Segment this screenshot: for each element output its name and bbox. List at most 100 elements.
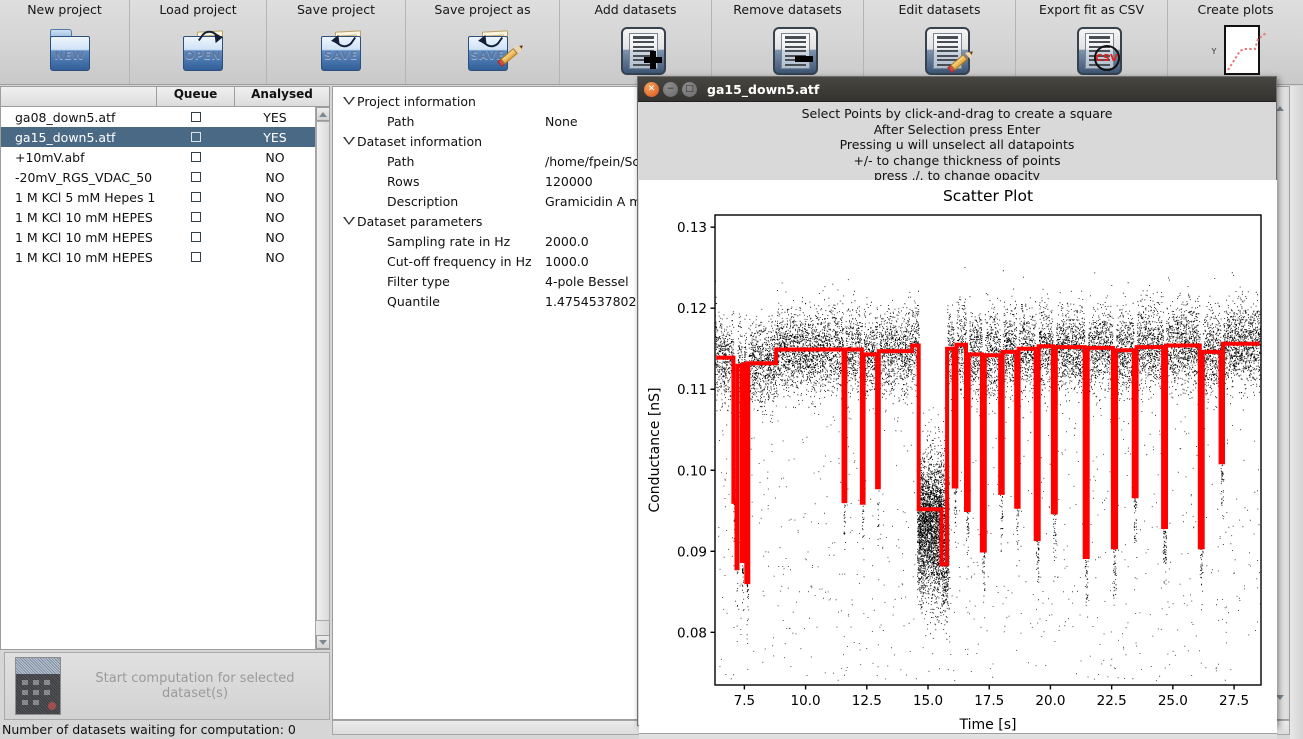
tree-row-key: Filter type [387, 273, 450, 289]
dataset-list-panel: Queue Analysed ga08_down5.atf YES ga15_dow… [0, 86, 330, 650]
analysed-value: NO [265, 189, 285, 205]
window-minimize-icon[interactable]: − [663, 81, 678, 97]
edit-datasets-button[interactable]: Edit datasets [864, 0, 1016, 84]
column-header-queue[interactable]: Queue [157, 87, 235, 106]
start-computation-label: Start computation for selected dataset(s… [95, 671, 295, 701]
tree-row-value: 1.47545378022 [545, 293, 645, 309]
new-project-button[interactable]: New project NEW [0, 0, 130, 84]
plot-instruction-line: After Selection press Enter [873, 121, 1041, 137]
plot-histogram-button[interactable]: Plot histogram [639, 733, 1277, 739]
document-csv-icon: CSV [1060, 19, 1124, 79]
scatter-plot-svg[interactable]: Scatter Plot 0.08 0.09 0.10 0.11 0.12 0.13 7.5 1… [639, 180, 1277, 733]
analysed-value: NO [265, 249, 285, 265]
table-row[interactable]: 1 M KCl 10 mM HEPES NO [1, 227, 315, 247]
plot-window: ✕ − □ ga15_down5.atf Select Points by cl… [637, 76, 1277, 739]
queue-checkbox[interactable] [157, 192, 235, 202]
chart-title: Scatter Plot [943, 187, 1033, 205]
y-tick-label: 0.12 [677, 301, 707, 317]
tree-row-value: None [545, 113, 578, 129]
save-project-as-button[interactable]: Save project as SAVE [406, 0, 560, 84]
x-axis-label: Time [s] [959, 717, 1017, 733]
dataset-list-header: Queue Analysed [1, 87, 329, 107]
queue-checkbox[interactable] [157, 152, 235, 162]
table-row[interactable]: 1 M KCl 5 mM Hepes 1 NO [1, 187, 315, 207]
chevron-down-icon[interactable] [341, 97, 357, 105]
calculator-icon [15, 657, 61, 715]
chevron-down-icon[interactable] [341, 217, 357, 225]
queue-checkbox[interactable] [157, 132, 235, 142]
table-row[interactable]: ga15_down5.atf YES [1, 127, 315, 147]
start-computation-button[interactable]: Start computation for selected dataset(s… [4, 652, 330, 720]
scroll-thumb[interactable] [316, 121, 330, 621]
right-edge-scroll-strip[interactable] [1290, 86, 1303, 739]
save-folder-icon: SAVE [304, 19, 368, 79]
new-project-label: New project [27, 2, 102, 17]
tree-row-key: Description [387, 193, 459, 209]
x-tick-label: 7.5 [734, 693, 755, 709]
tree-scroll-down-arrow[interactable] [1276, 695, 1284, 719]
tree-scrollbar[interactable] [1275, 87, 1289, 719]
scatter-plot-canvas[interactable]: Scatter Plot 0.08 0.09 0.10 0.11 0.12 0.13 7.5 1… [639, 180, 1277, 733]
y-axis-label: Conductance [nS] [647, 387, 663, 512]
application-window: New project NEW Load project OPEN Save p… [0, 0, 1303, 739]
x-tick-label: 22.5 [1097, 693, 1127, 709]
save-project-button[interactable]: Save project SAVE [267, 0, 406, 84]
line-plot-icon: Y [1204, 19, 1268, 79]
tree-row-key: Dataset parameters [357, 213, 483, 229]
x-tick-label: 17.5 [974, 693, 1004, 709]
y-tick-label: 0.10 [677, 463, 707, 479]
tree-row-key: Sampling rate in Hz [387, 233, 511, 249]
tree-row-key: Dataset information [357, 133, 483, 149]
column-header-name [1, 87, 157, 106]
table-row[interactable]: 1 M KCl 10 mM HEPES NO [1, 207, 315, 227]
tree-row-value: 4-pole Bessel [545, 273, 629, 289]
plot-instruction-line: Pressing u will unselect all datapoints [839, 137, 1075, 153]
tree-row-key: Path [387, 113, 415, 129]
load-project-button[interactable]: Load project OPEN [130, 0, 267, 84]
queue-checkbox[interactable] [157, 252, 235, 262]
dataset-name: 1 M KCl 10 mM HEPES [15, 249, 153, 265]
plot-window-titlebar[interactable]: ✕ − □ ga15_down5.atf [638, 77, 1276, 102]
window-close-icon[interactable]: ✕ [644, 81, 659, 97]
dataset-name: ga08_down5.atf [15, 109, 116, 125]
scroll-down-arrow[interactable] [316, 635, 330, 649]
queue-checkbox[interactable] [157, 232, 235, 242]
queue-checkbox[interactable] [157, 112, 235, 122]
plot-window-title: ga15_down5.atf [707, 81, 820, 97]
x-tick-label: 20.0 [1035, 693, 1065, 709]
dataset-name: -20mV_RGS_VDAC_50 [15, 169, 153, 185]
document-pencil-icon [908, 19, 975, 79]
y-tick-label: 0.09 [677, 544, 707, 560]
create-plots-label: Create plots [1197, 2, 1274, 17]
new-folder-icon: NEW [33, 19, 97, 79]
table-row[interactable]: ga08_down5.atf YES [1, 107, 315, 127]
scroll-up-arrow[interactable] [316, 107, 330, 121]
remove-datasets-button[interactable]: Remove datasets [712, 0, 864, 84]
table-row[interactable]: 1 M KCl 10 mM HEPES NO [1, 247, 315, 267]
open-folder-icon: OPEN [166, 19, 230, 79]
dataset-name: 1 M KCl 5 mM Hepes 1 [15, 189, 156, 205]
table-row[interactable]: +10mV.abf NO [1, 147, 315, 167]
tree-scroll-up-arrow[interactable] [1276, 87, 1284, 111]
document-plus-icon [604, 19, 668, 79]
export-fit-csv-label: Export fit as CSV [1039, 2, 1144, 17]
save-project-label: Save project [296, 2, 376, 17]
window-maximize-icon[interactable]: □ [682, 81, 697, 97]
tree-row-key: Quantile [387, 293, 440, 309]
edit-datasets-label: Edit datasets [898, 2, 981, 17]
chevron-down-icon[interactable] [341, 137, 357, 145]
add-datasets-label: Add datasets [594, 2, 677, 17]
create-plots-button[interactable]: Create plots Y [1168, 0, 1303, 84]
plot-instructions: Select Points by click-and-drag to creat… [638, 102, 1276, 190]
add-datasets-button[interactable]: Add datasets [560, 0, 712, 84]
queue-checkbox[interactable] [157, 212, 235, 222]
queue-checkbox[interactable] [157, 172, 235, 182]
tree-row-value: /home/fpein/Sch [545, 153, 648, 169]
x-tick-label: 12.5 [852, 693, 882, 709]
table-row[interactable]: -20mV_RGS_VDAC_50 NO [1, 167, 315, 187]
column-header-analysed[interactable]: Analysed [235, 87, 329, 106]
export-fit-csv-button[interactable]: Export fit as CSV CSV [1016, 0, 1168, 84]
document-minus-icon [756, 19, 820, 79]
dataset-name: 1 M KCl 10 mM HEPES [15, 229, 153, 245]
dataset-list-scrollbar[interactable] [315, 107, 330, 649]
